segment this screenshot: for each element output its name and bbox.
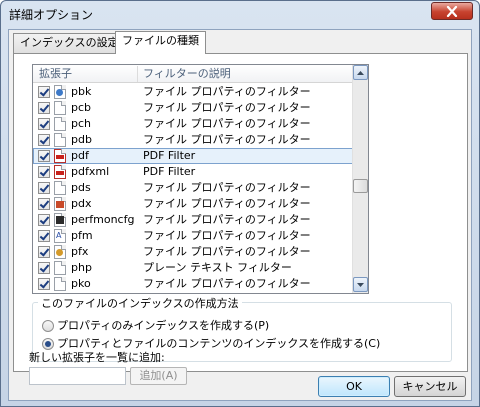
row-extension: pdb bbox=[71, 133, 92, 146]
perfmon-icon bbox=[54, 213, 66, 227]
list-row[interactable]: pko ファイル プロパティのフィルター bbox=[33, 276, 353, 292]
title-bar[interactable]: 詳細オプション bbox=[1, 1, 479, 27]
list-row[interactable]: perfmoncfg ファイル プロパティのフィルター bbox=[33, 212, 353, 228]
row-extension: pdf bbox=[71, 149, 89, 162]
list-row[interactable]: pfx ファイル プロパティのフィルター bbox=[33, 244, 353, 260]
index-method-title: このファイルのインデックスの作成方法 bbox=[38, 295, 242, 311]
font-icon bbox=[54, 228, 66, 244]
radio-properties-only[interactable]: プロパティのみインデックスを作成する(P) bbox=[42, 319, 269, 333]
vertical-scrollbar[interactable] bbox=[352, 65, 368, 293]
file-icon bbox=[54, 133, 66, 147]
radio-properties-only-label[interactable]: プロパティのみインデックスを作成する(P) bbox=[57, 319, 269, 333]
row-description: ファイル プロパティのフィルター bbox=[143, 133, 311, 146]
list-header: 拡張子 フィルターの説明 bbox=[33, 65, 353, 83]
add-extension-label: 新しい拡張子を一覧に追加: bbox=[29, 351, 165, 364]
row-extension: pdx bbox=[71, 197, 92, 210]
row-description: プレーン テキスト フィルター bbox=[143, 261, 292, 274]
list-row[interactable]: pfm ファイル プロパティのフィルター bbox=[33, 228, 353, 244]
row-checkbox[interactable] bbox=[38, 278, 50, 290]
row-checkbox[interactable] bbox=[38, 214, 50, 226]
row-extension: pds bbox=[71, 181, 91, 194]
certificate-icon bbox=[54, 245, 66, 259]
row-description: ファイル プロパティのフィルター bbox=[143, 181, 311, 194]
row-extension: pcb bbox=[71, 101, 92, 114]
row-description: ファイル プロパティのフィルター bbox=[143, 245, 311, 258]
list-row[interactable]: pdb ファイル プロパティのフィルター bbox=[33, 132, 353, 148]
list-row[interactable]: pdfxml PDF Filter bbox=[33, 164, 353, 180]
list-rows: pbk ファイル プロパティのフィルター pcb ファイル プロパティのフィルター pc… bbox=[33, 84, 353, 292]
file-icon bbox=[54, 261, 66, 275]
file-icon bbox=[54, 117, 66, 131]
pdx-icon bbox=[54, 197, 66, 211]
row-checkbox[interactable] bbox=[38, 150, 50, 162]
phonebook-icon bbox=[54, 85, 66, 99]
ok-button[interactable]: OK bbox=[318, 376, 390, 397]
row-checkbox[interactable] bbox=[38, 182, 50, 194]
file-type-list[interactable]: 拡張子 フィルターの説明 pbk ファイル プロパティのフィルター pcb ファイル … bbox=[32, 64, 369, 294]
row-extension: perfmoncfg bbox=[71, 213, 135, 226]
row-description: PDF Filter bbox=[143, 149, 196, 162]
dialog-window: 詳細オプション インデックスの設定 ファイルの種類 拡張子 フィルターの説明 p… bbox=[0, 0, 480, 407]
row-description: ファイル プロパティのフィルター bbox=[143, 213, 311, 226]
row-description: ファイル プロパティのフィルター bbox=[143, 85, 311, 98]
row-checkbox[interactable] bbox=[38, 246, 50, 258]
column-header-description[interactable]: フィルターの説明 bbox=[137, 65, 353, 83]
file-types-panel: 拡張子 フィルターの説明 pbk ファイル プロパティのフィルター pcb ファイル … bbox=[13, 53, 468, 372]
row-checkbox[interactable] bbox=[38, 166, 50, 178]
window-title: 詳細オプション bbox=[9, 8, 94, 22]
row-description: ファイル プロパティのフィルター bbox=[143, 229, 311, 242]
list-row[interactable]: pdf PDF Filter bbox=[33, 148, 353, 164]
radio-properties-only-indicator[interactable] bbox=[42, 320, 54, 332]
cancel-button[interactable]: キャンセル bbox=[394, 376, 466, 397]
column-header-extension[interactable]: 拡張子 bbox=[33, 65, 137, 83]
scroll-thumb[interactable] bbox=[353, 179, 368, 193]
tab-index-settings[interactable]: インデックスの設定 bbox=[13, 33, 126, 53]
new-extension-input[interactable] bbox=[29, 367, 126, 385]
add-button[interactable]: 追加(A) bbox=[130, 367, 187, 385]
list-row[interactable]: pbk ファイル プロパティのフィルター bbox=[33, 84, 353, 100]
row-checkbox[interactable] bbox=[38, 230, 50, 242]
row-checkbox[interactable] bbox=[38, 118, 50, 130]
list-row[interactable]: pcb ファイル プロパティのフィルター bbox=[33, 100, 353, 116]
tab-file-types[interactable]: ファイルの種類 bbox=[115, 31, 206, 54]
row-checkbox[interactable] bbox=[38, 262, 50, 274]
scroll-up-button[interactable] bbox=[353, 65, 368, 80]
arrow-up-icon bbox=[357, 70, 364, 75]
file-icon bbox=[54, 277, 66, 291]
scroll-down-button[interactable] bbox=[353, 277, 368, 292]
list-row[interactable]: pds ファイル プロパティのフィルター bbox=[33, 180, 353, 196]
row-extension: pko bbox=[71, 277, 91, 290]
row-extension: php bbox=[71, 261, 92, 274]
row-extension: pfx bbox=[71, 245, 89, 258]
pdf-icon bbox=[54, 165, 66, 179]
row-extension: pbk bbox=[71, 85, 92, 98]
file-icon bbox=[54, 181, 66, 195]
file-icon bbox=[54, 101, 66, 115]
row-extension: pch bbox=[71, 117, 92, 130]
close-icon bbox=[446, 5, 458, 17]
row-description: ファイル プロパティのフィルター bbox=[143, 101, 311, 114]
list-row[interactable]: php プレーン テキスト フィルター bbox=[33, 260, 353, 276]
pdf-icon bbox=[54, 149, 66, 163]
dialog-client-area: インデックスの設定 ファイルの種類 拡張子 フィルターの説明 pbk ファイル プ… bbox=[8, 29, 472, 401]
row-checkbox[interactable] bbox=[38, 134, 50, 146]
arrow-down-icon bbox=[357, 282, 364, 287]
row-description: ファイル プロパティのフィルター bbox=[143, 277, 311, 290]
row-checkbox[interactable] bbox=[38, 86, 50, 98]
row-description: ファイル プロパティのフィルター bbox=[143, 197, 311, 210]
row-checkbox[interactable] bbox=[38, 102, 50, 114]
row-extension: pfm bbox=[71, 229, 93, 242]
row-description: ファイル プロパティのフィルター bbox=[143, 117, 311, 130]
row-checkbox[interactable] bbox=[38, 198, 50, 210]
list-row[interactable]: pdx ファイル プロパティのフィルター bbox=[33, 196, 353, 212]
close-button[interactable] bbox=[431, 2, 473, 20]
list-row[interactable]: pch ファイル プロパティのフィルター bbox=[33, 116, 353, 132]
row-extension: pdfxml bbox=[71, 165, 110, 178]
row-description: PDF Filter bbox=[143, 165, 196, 178]
